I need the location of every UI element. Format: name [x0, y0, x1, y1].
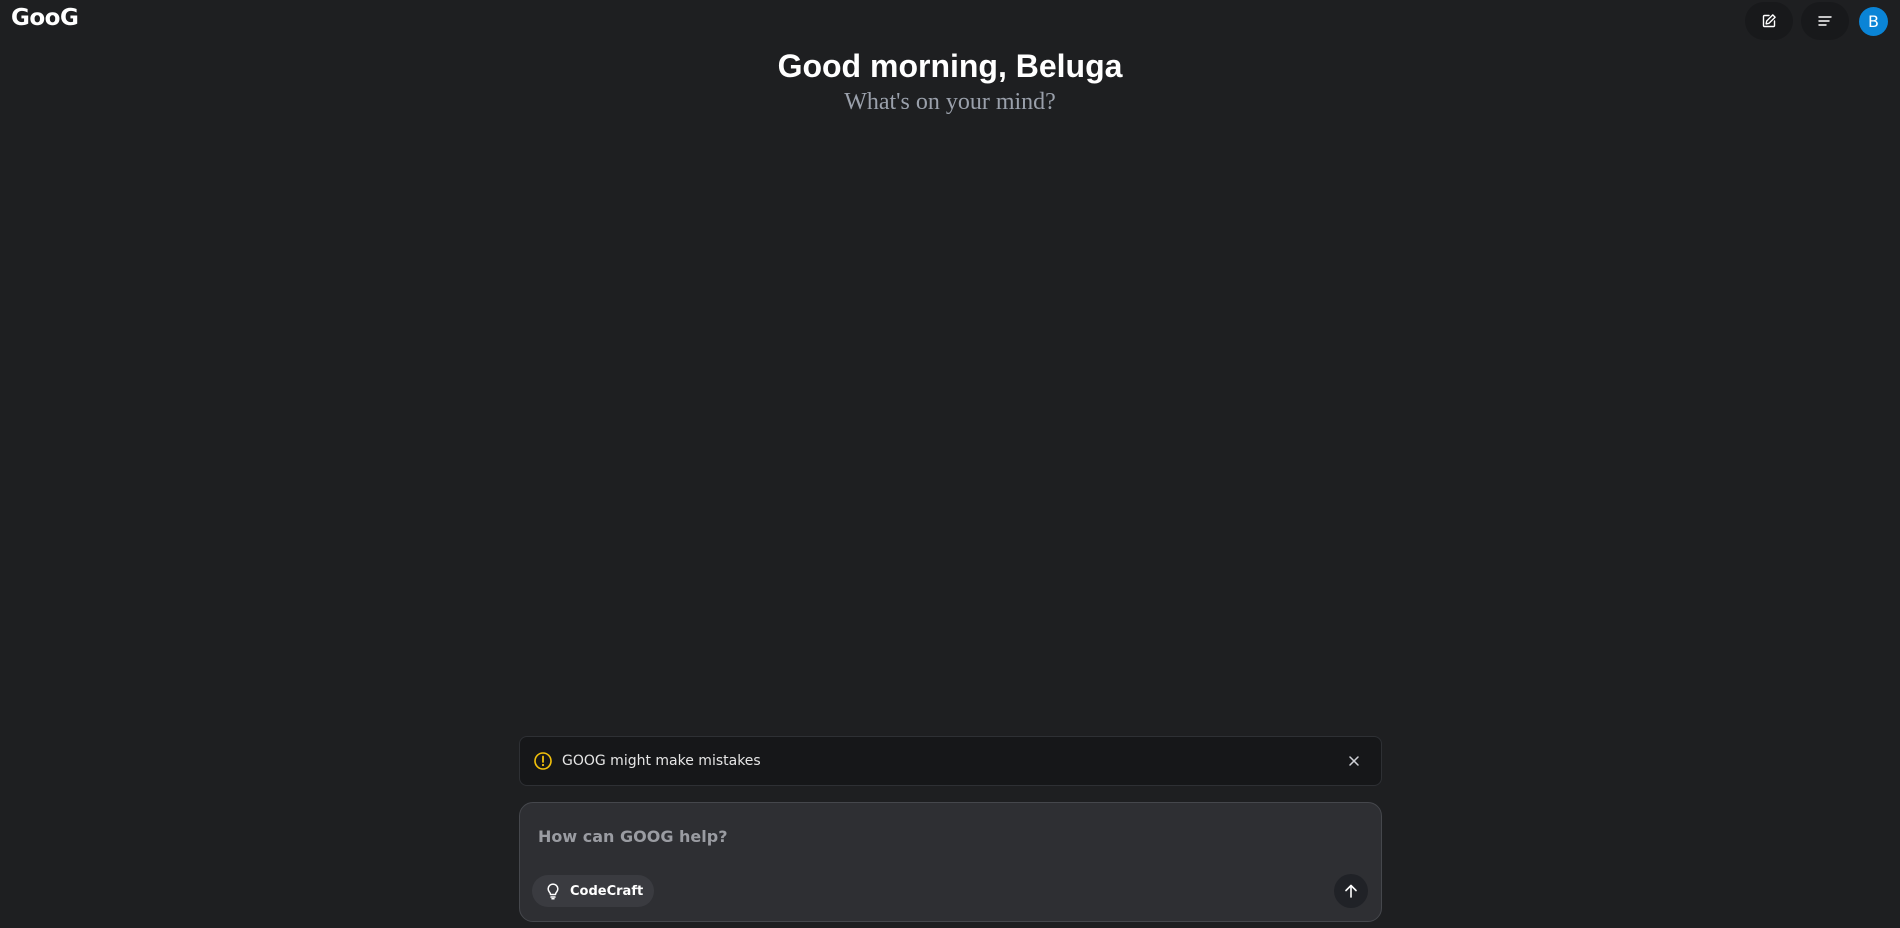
- new-chat-button[interactable]: [1745, 2, 1793, 40]
- edit-icon: [1762, 14, 1776, 28]
- close-icon: [1349, 756, 1359, 766]
- subtitle: What's on your mind?: [844, 89, 1056, 115]
- avatar[interactable]: B: [1859, 6, 1888, 36]
- chip-label: CodeCraft: [570, 883, 644, 899]
- send-button[interactable]: [1334, 874, 1368, 908]
- app-root: GooG B Good morning, Beluga What's on yo…: [0, 0, 1900, 928]
- prompt-input[interactable]: [536, 821, 1336, 851]
- warning-circle-icon: [534, 752, 552, 770]
- notice-text: GOOG might make mistakes: [562, 753, 761, 769]
- menu-icon: [1818, 16, 1832, 26]
- top-actions: B: [1745, 2, 1888, 40]
- lightbulb-icon: [547, 883, 559, 900]
- logo: GooG: [11, 5, 79, 31]
- hero: Good morning, Beluga What's on your mind…: [0, 46, 1900, 118]
- arrow-up-icon: [1345, 884, 1357, 898]
- notice-close-button[interactable]: [1340, 747, 1368, 775]
- greeting: Good morning, Beluga: [777, 48, 1123, 84]
- menu-button[interactable]: [1801, 2, 1849, 40]
- composer: CodeCraft: [519, 802, 1382, 922]
- mistakes-notice: GOOG might make mistakes: [519, 736, 1382, 786]
- codecraft-chip[interactable]: CodeCraft: [532, 875, 655, 907]
